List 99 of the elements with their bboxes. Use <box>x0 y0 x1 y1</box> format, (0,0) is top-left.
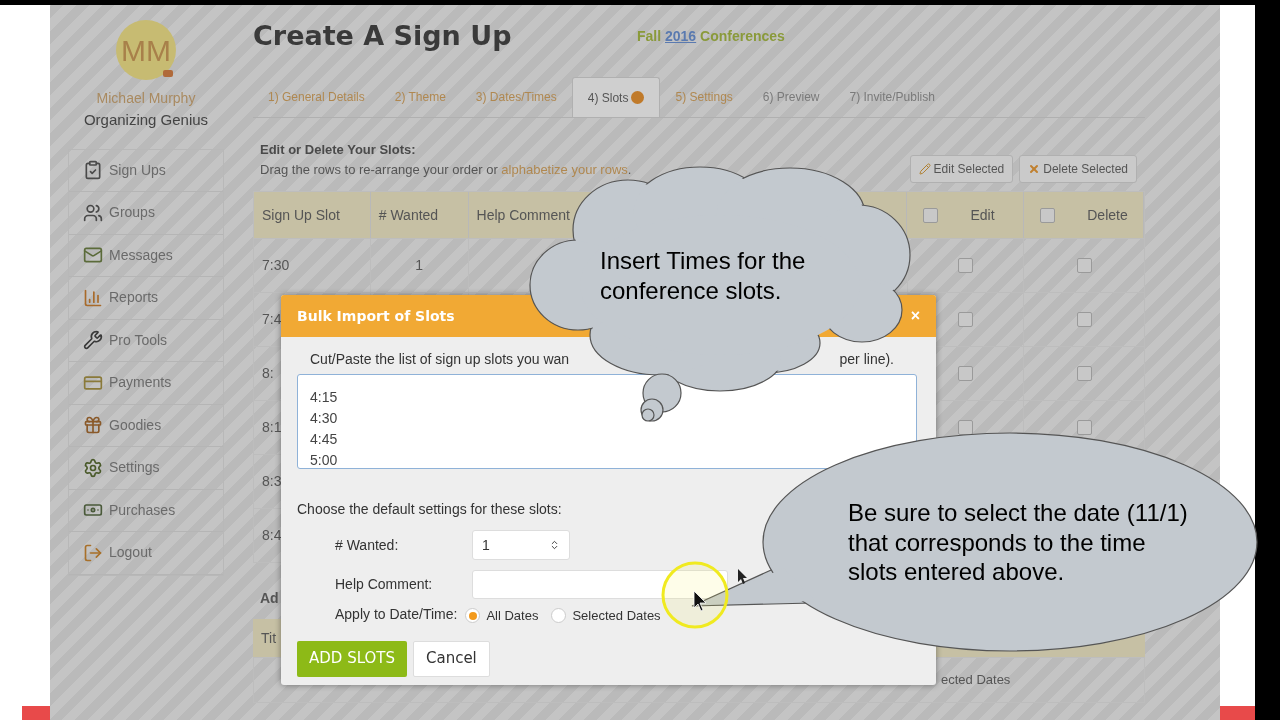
table-cell-text: 8: <box>262 364 274 383</box>
sidebar-item[interactable]: Settings <box>69 447 223 490</box>
sidebar-item-label: Settings <box>109 458 160 478</box>
radio-label: All Dates <box>486 607 539 625</box>
page-edge-strip <box>22 706 50 720</box>
edit-selected-button[interactable]: Edit Selected <box>909 155 1014 183</box>
table-cell-text: ected Dates <box>941 671 1011 690</box>
table-cell-text: 8:4 <box>262 526 282 545</box>
checkbox[interactable] <box>1040 207 1056 223</box>
slots-textarea[interactable]: 4:15 4:30 4:45 5:00 <box>297 374 917 469</box>
checkbox[interactable] <box>1076 258 1092 273</box>
gift-icon <box>83 415 103 436</box>
instruction-text: per line). <box>839 350 894 369</box>
field-label: # Wanted: <box>335 535 400 555</box>
sidebar-item-label: Reports <box>109 288 159 308</box>
tab[interactable]: 3) Dates/Times <box>460 77 572 117</box>
section-heading: Edit or Delete Your Slots: <box>260 141 417 159</box>
tab[interactable]: 5) Settings <box>660 77 748 117</box>
checkbox[interactable] <box>1076 420 1092 435</box>
user-role: Organizing Genius <box>83 110 209 130</box>
cursor-icon <box>693 590 707 612</box>
callout-text: Be sure to select the date (11/1) that corresponds to the time slots entered above. <box>848 498 1189 587</box>
tab[interactable]: 1) General Details <box>253 77 380 117</box>
column-label: # Wanted <box>378 205 439 225</box>
checkbox[interactable] <box>957 312 973 327</box>
sidebar-item-label: Pro Tools <box>109 330 168 350</box>
select-arrows-icon <box>549 538 560 552</box>
event-year-link[interactable]: 2016 <box>665 27 697 44</box>
checkbox[interactable] <box>957 258 973 273</box>
sidebar-item[interactable]: Groups <box>69 192 223 235</box>
field-label: Help Comment: <box>335 575 434 594</box>
sidebar-item[interactable]: Logout <box>69 532 223 575</box>
checkbox[interactable] <box>923 207 939 223</box>
delete-selected-button[interactable]: Delete Selected <box>1019 155 1137 183</box>
dialog-title: Bulk Import of Slots <box>297 306 455 326</box>
sidebar-item-label: Groups <box>109 203 155 223</box>
page-title: Create A Sign Up <box>253 18 513 53</box>
column-label: Delete <box>1087 205 1128 225</box>
event-title: Fall 2016 Conferences <box>637 26 785 46</box>
user-name[interactable]: Michael Murphy <box>96 88 196 109</box>
tab[interactable]: 2) Theme <box>379 77 461 117</box>
radio-button[interactable] <box>551 608 567 624</box>
checkbox[interactable] <box>1076 312 1092 327</box>
table-cell-text: 1 <box>415 256 424 275</box>
sidebar-item[interactable]: Pro Tools <box>69 319 223 362</box>
bar-chart-icon <box>83 287 103 308</box>
defaults-label: Choose the default settings for these slots: <box>297 500 562 519</box>
column-label: Help Comment <box>476 205 570 225</box>
add-slots-button[interactable]: ADD SLOTS <box>297 640 407 677</box>
logout-icon <box>83 542 103 563</box>
radio-label: Selected Dates <box>572 607 661 625</box>
sidebar-item-label: Purchases <box>109 500 176 520</box>
cursor-icon <box>738 569 747 584</box>
people-icon <box>83 202 103 223</box>
sidebar-item[interactable]: Messages <box>69 234 223 277</box>
sidebar-item[interactable]: Goodies <box>69 404 223 447</box>
radio-button[interactable] <box>465 608 481 624</box>
click-highlight <box>661 561 729 629</box>
tab[interactable]: 4) Slots <box>571 77 661 117</box>
sidebar-item-label: Goodies <box>109 415 162 435</box>
wanted-select[interactable]: 1 <box>472 530 570 560</box>
envelope-icon <box>83 245 103 266</box>
table-cell-text: 8:1 <box>262 418 282 437</box>
table-cell-text: 7:4 <box>262 310 282 329</box>
checkbox[interactable] <box>1076 366 1092 381</box>
clipboard-icon <box>83 160 103 181</box>
column-label: Sign Up Slot <box>262 205 340 225</box>
table-cell-text: 8:3 <box>262 472 282 491</box>
close-icon <box>1028 163 1041 175</box>
help-icon[interactable] <box>631 91 645 104</box>
callout-text: Insert Times for the conference slots. <box>600 246 807 306</box>
section-description: Drag the rows to re-arrange your order or alphabetize your rows. <box>260 160 632 179</box>
settings-icon <box>83 457 103 478</box>
avatar: MM <box>116 20 176 80</box>
tab[interactable]: 7) Invite/Publish <box>834 77 950 117</box>
sidebar-item-label: Payments <box>109 373 172 393</box>
page-edge-strip <box>1220 706 1255 720</box>
column-label: Edit <box>970 205 995 225</box>
field-label: Apply to Date/Time: <box>335 604 458 624</box>
camera-icon[interactable] <box>163 70 173 77</box>
table-cell-text: 7:30 <box>262 256 290 275</box>
sidebar-item[interactable]: Reports <box>69 277 223 320</box>
close-button[interactable]: × <box>910 304 920 328</box>
alphabetize-link[interactable]: alphabetize your rows <box>501 161 628 177</box>
tab[interactable]: 6) Preview <box>747 77 835 117</box>
sidebar-item-label: Logout <box>109 543 152 563</box>
cancel-button[interactable]: Cancel <box>412 640 490 677</box>
section-heading: Ad <box>260 589 279 608</box>
sidebar-item[interactable]: Payments <box>69 362 223 405</box>
pencil-icon <box>918 163 931 175</box>
wrench-icon <box>83 330 103 351</box>
sidebar-item-label: Sign Ups <box>109 160 166 180</box>
sidebar-item[interactable]: Purchases <box>69 489 223 532</box>
checkbox[interactable] <box>957 366 973 381</box>
sidebar-item[interactable]: Sign Ups <box>69 149 223 192</box>
instruction-text: Cut/Paste the list of sign up slots you wan <box>310 350 570 369</box>
sidebar-item-label: Messages <box>109 245 173 265</box>
column-label: Tit <box>261 628 277 648</box>
help-comment-input[interactable] <box>472 570 728 599</box>
